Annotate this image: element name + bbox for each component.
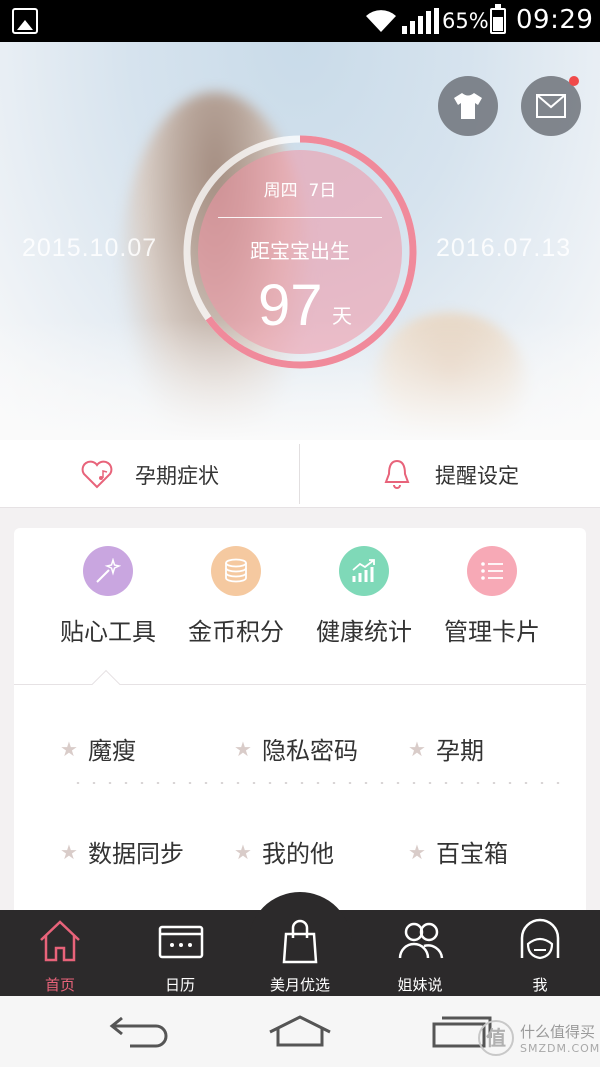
tool-coin-points[interactable]: 金币积分 [171, 546, 301, 647]
entry-label: 我的他 [262, 840, 334, 868]
symptoms-label: 孕期症状 [135, 464, 219, 488]
coins-icon [225, 558, 247, 583]
quick-actions-bar: 孕期症状 提醒设定 [0, 440, 600, 508]
tools-card: 贴心工具 金币积分 健康统计 管理卡片 ★ 魔瘦 ★ 隐私密码 ★ 孕期 ★ 数… [14, 528, 586, 928]
star-icon: ★ [234, 840, 252, 864]
star-icon: ★ [234, 737, 252, 761]
bell-icon [384, 459, 410, 489]
star-icon: ★ [60, 737, 78, 761]
tool-label: 金币积分 [188, 618, 284, 646]
heart-note-icon [81, 460, 113, 489]
countdown-label: 距宝宝出生 [250, 239, 350, 263]
tab-me[interactable]: 我 [480, 910, 600, 996]
tool-icon-bg [83, 546, 133, 596]
messages-button[interactable] [521, 76, 581, 136]
battery-percent: 65% [442, 9, 489, 33]
weekday-label: 周四 7日 [263, 181, 337, 201]
entry-label: 隐私密码 [262, 737, 358, 765]
star-icon: ★ [60, 840, 78, 864]
people-icon [398, 922, 444, 959]
back-icon[interactable] [108, 1014, 168, 1048]
tab-sisters[interactable]: 姐妹说 [360, 910, 480, 996]
tab-label: 日历 [164, 976, 195, 994]
battery-icon [490, 4, 506, 34]
reminder-button[interactable]: 提醒设定 [300, 440, 600, 508]
tool-icon-bg [467, 546, 517, 596]
watermark-logo: 值 [478, 1020, 514, 1056]
tool-icon-bg [211, 546, 261, 596]
skin-button[interactable] [438, 76, 498, 136]
home-nav-icon[interactable] [268, 1014, 332, 1048]
ring-divider [218, 217, 382, 218]
tab-home[interactable]: 首页 [0, 910, 120, 996]
tab-shop[interactable]: 美月优选 [240, 910, 360, 996]
symptoms-button[interactable]: 孕期症状 [0, 440, 300, 508]
tab-label: 姐妹说 [397, 976, 443, 994]
home-icon [40, 920, 80, 962]
list-icon [481, 562, 503, 580]
tool-icon-bg [339, 546, 389, 596]
tab-label: 美月优选 [269, 976, 330, 994]
start-date: 2015.10.07 [22, 234, 158, 262]
days-unit: 天 [332, 304, 352, 328]
tool-health-stats[interactable]: 健康统计 [299, 546, 429, 647]
shopping-bag-icon [282, 919, 318, 964]
signal-icon [402, 8, 439, 34]
tool-care-tools[interactable]: 贴心工具 [43, 546, 173, 647]
wifi-icon [366, 10, 396, 32]
days-remaining: 97 [258, 273, 323, 338]
gallery-notification-icon [12, 8, 38, 34]
tshirt-icon [454, 93, 482, 119]
reminder-label: 提醒设定 [435, 464, 519, 488]
entry-label: 魔瘦 [88, 737, 136, 765]
tab-label: 首页 [44, 976, 75, 994]
entries-dotted-divider [70, 782, 570, 784]
tab-calendar[interactable]: 日历 [120, 910, 240, 996]
entry-label: 百宝箱 [436, 840, 508, 868]
tab-label: 我 [532, 976, 548, 994]
unread-dot [569, 76, 579, 86]
mail-icon [536, 94, 566, 118]
pregnancy-hero: 2015.10.07 2016.07.13 周四 7日 距宝宝出生 97 天 [0, 42, 600, 440]
watermark-subtitle: SMZDM.COM [520, 1042, 600, 1055]
status-clock: 09:29 [516, 5, 594, 35]
chart-icon [352, 559, 375, 582]
due-date: 2016.07.13 [436, 234, 572, 262]
star-icon: ★ [408, 737, 426, 761]
star-icon: ★ [408, 840, 426, 864]
selected-tool-pointer [91, 669, 121, 699]
status-bar: 65% 09:29 [0, 0, 600, 42]
magic-wand-icon [96, 558, 121, 583]
tool-label: 健康统计 [316, 618, 412, 646]
entry-label: 孕期 [436, 737, 484, 765]
entry-label: 数据同步 [88, 840, 184, 868]
tool-label: 管理卡片 [444, 618, 540, 646]
calendar-card-icon [158, 925, 204, 959]
watermark-title: 什么值得买 [520, 1023, 596, 1041]
tool-manage-cards[interactable]: 管理卡片 [427, 546, 557, 647]
smzdm-watermark: 值 什么值得买 SMZDM.COM [478, 1020, 600, 1056]
tool-label: 贴心工具 [60, 618, 156, 646]
profile-icon [520, 918, 560, 960]
